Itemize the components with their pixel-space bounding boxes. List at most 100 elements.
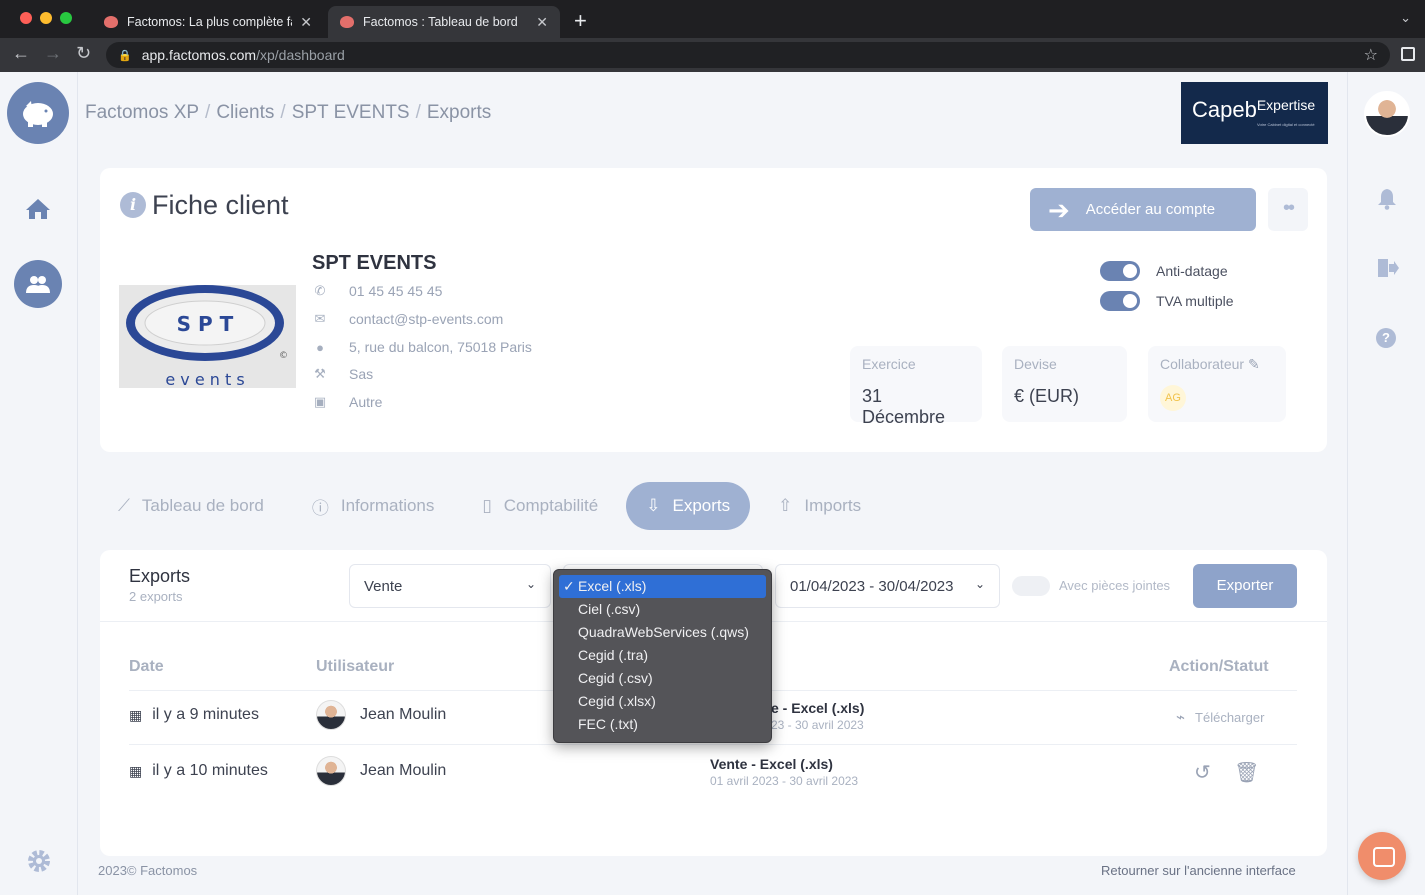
clipboard-icon: ▯ — [482, 496, 492, 515]
calendar-icon: ▦ — [129, 706, 143, 723]
download-link[interactable]: ⌁ Télécharger — [1176, 708, 1264, 726]
tab-comptabilite[interactable]: ▯ Comptabilité — [482, 482, 598, 530]
piggy-bank-icon — [23, 101, 53, 127]
user-avatar[interactable] — [1364, 91, 1410, 137]
legacy-interface-link[interactable]: Retourner sur l'ancienne interface — [1101, 863, 1296, 878]
tab-exports[interactable]: ⇩ Exports — [626, 482, 751, 530]
home-icon[interactable] — [25, 198, 51, 225]
user-name: Jean Moulin — [360, 762, 447, 779]
clients-nav-button[interactable] — [14, 260, 62, 308]
client-tabs: ⟋ Tableau de bord ⓘ Informations ▯ Comptabi… — [118, 482, 909, 530]
format-option-cegid-xlsx[interactable]: Cegid (.xlsx) — [559, 690, 766, 713]
access-account-button[interactable]: ➔ Accéder au compte — [1030, 188, 1256, 231]
tva-multiple-toggle[interactable] — [1100, 291, 1140, 311]
tab-label: Exports — [672, 496, 731, 515]
client-address-row: ● 5, rue du balcon, 75018 Paris — [312, 337, 532, 357]
breadcrumb-clients[interactable]: Clients — [216, 102, 274, 123]
client-address: 5, rue du balcon, 75018 Paris — [349, 339, 532, 355]
url-field[interactable]: 🔒 app.factomos.com/xp/dashboard ☆ — [106, 42, 1390, 68]
tab-tableau-de-bord[interactable]: ⟋ Tableau de bord — [118, 482, 264, 530]
format-option-cegid-tra[interactable]: Cegid (.tra) — [559, 644, 766, 667]
row-2-export-type: Vente - Excel (.xls) — [710, 756, 833, 772]
logo-bottom-text: e v e n t s — [165, 370, 244, 388]
window-minimize-button[interactable] — [40, 12, 52, 24]
bookmark-star-icon[interactable]: ☆ — [1364, 45, 1378, 65]
collaborateur-badge[interactable]: AG — [1160, 385, 1186, 411]
help-icon[interactable]: ? — [1376, 328, 1396, 348]
row-2-export-range: 01 avril 2023 - 30 avril 2023 — [710, 774, 859, 788]
new-tab-icon[interactable]: + — [574, 8, 587, 34]
browser-chrome: Factomos: La plus complète fa ✕ Factomos… — [0, 0, 1425, 72]
brand-suffix: Expertise — [1256, 97, 1316, 113]
client-logo: S P T © e v e n t s — [119, 285, 296, 388]
pencil-icon[interactable]: ✎ — [1248, 356, 1260, 372]
more-options-button[interactable]: •• — [1268, 188, 1308, 231]
tva-multiple-label: TVA multiple — [1156, 293, 1234, 309]
browser-tabbar: Factomos: La plus complète fa ✕ Factomos… — [0, 0, 1425, 38]
app-root: ? Factomos XP / Clients / SPT EVENTS / Exports… — [0, 72, 1425, 895]
user-avatar — [316, 700, 346, 730]
card-title: Fiche client — [152, 190, 289, 220]
chevron-down-icon: ⌄ — [525, 577, 536, 591]
notification-bell-icon[interactable] — [1377, 188, 1397, 215]
exercice-stat: Exercice 31 Décembre — [850, 346, 982, 427]
export-button[interactable]: Exporter — [1193, 564, 1297, 608]
breadcrumb-client[interactable]: SPT EVENTS — [292, 102, 410, 123]
address-bar: ← → ↻ 🔒 app.factomos.com/xp/dashboard ☆ — [0, 38, 1425, 72]
anti-datage-toggle[interactable] — [1100, 261, 1140, 281]
info-icon: i — [120, 192, 146, 218]
attachments-toggle[interactable] — [1012, 576, 1050, 596]
window-maximize-button[interactable] — [60, 12, 72, 24]
collaborateur-stat: Collaborateur ✎ AG — [1148, 346, 1286, 422]
forward-arrow-icon[interactable]: → — [44, 43, 62, 64]
phone-icon: ✆ — [314, 283, 326, 298]
brand-tagline: Votre Cabinet digital et connecté — [1257, 122, 1315, 127]
regenerate-icon[interactable]: ↺ — [1194, 760, 1211, 785]
envelope-icon: ✉ — [314, 311, 326, 326]
close-tab-icon[interactable]: ✕ — [300, 14, 312, 31]
option-label: QuadraWebServices (.qws) — [578, 624, 749, 640]
tab-label: Comptabilité — [503, 496, 599, 515]
format-option-fec-txt[interactable]: FEC (.txt) — [559, 713, 766, 736]
users-icon — [26, 276, 50, 293]
browser-tab-1[interactable]: Factomos: La plus complète fa ✕ — [92, 6, 324, 38]
tab-label: Tableau de bord — [141, 496, 264, 515]
close-tab-icon[interactable]: ✕ — [536, 14, 548, 31]
lock-icon: 🔒 — [118, 49, 132, 62]
tab-imports[interactable]: ⇧ Imports — [778, 482, 861, 530]
spt-events-logo-image: S P T © e v e n t s — [126, 285, 288, 388]
chevron-down-icon: ⌄ — [974, 577, 985, 591]
settings-gear-icon[interactable] — [26, 848, 52, 879]
option-label: Cegid (.csv) — [578, 670, 653, 686]
back-arrow-icon[interactable]: ← — [12, 43, 30, 64]
format-option-excel-xls[interactable]: ✓ Excel (.xls) — [559, 575, 766, 598]
format-option-quadra-qws[interactable]: QuadraWebServices (.qws) — [559, 621, 766, 644]
tab-list-chevron-icon[interactable]: ⌄ — [1400, 10, 1411, 26]
right-sidebar: ? — [1347, 72, 1425, 895]
format-option-ciel-csv[interactable]: Ciel (.csv) — [559, 598, 766, 621]
client-activity-row: ▣ Autre — [312, 392, 383, 412]
window-close-button[interactable] — [20, 12, 32, 24]
browser-tab-title: Factomos: La plus complète fa — [127, 15, 293, 29]
chat-support-button[interactable] — [1358, 832, 1406, 880]
row-1-date: ▦ il y a 9 minutes — [129, 706, 259, 724]
tab-informations[interactable]: ⓘ Informations — [312, 482, 435, 530]
reload-icon[interactable]: ↻ — [76, 43, 91, 64]
tab-label: Informations — [340, 496, 435, 515]
breadcrumb-home[interactable]: Factomos XP — [85, 102, 199, 123]
exercice-value: 31 Décembre — [862, 386, 946, 427]
browser-tab-2[interactable]: Factomos : Tableau de bord ✕ — [328, 6, 560, 38]
row-divider — [129, 744, 1297, 745]
calendar-icon: ▦ — [129, 762, 143, 779]
exports-count: 2 exports — [129, 589, 183, 604]
info-icon: ⓘ — [311, 498, 329, 518]
export-type-select[interactable]: Vente ⌄ — [349, 564, 551, 608]
date-text: il y a 10 minutes — [152, 762, 268, 779]
format-option-cegid-csv[interactable]: Cegid (.csv) — [559, 667, 766, 690]
logout-icon[interactable] — [1377, 258, 1399, 283]
trash-icon[interactable]: 🗑 — [1234, 760, 1259, 785]
export-period-select[interactable]: 01/04/2023 - 30/04/2023 ⌄ — [775, 564, 1000, 608]
side-panel-icon[interactable] — [1401, 47, 1415, 61]
anti-datage-setting: Anti-datage — [1100, 261, 1228, 281]
factomos-logo[interactable] — [7, 82, 69, 144]
